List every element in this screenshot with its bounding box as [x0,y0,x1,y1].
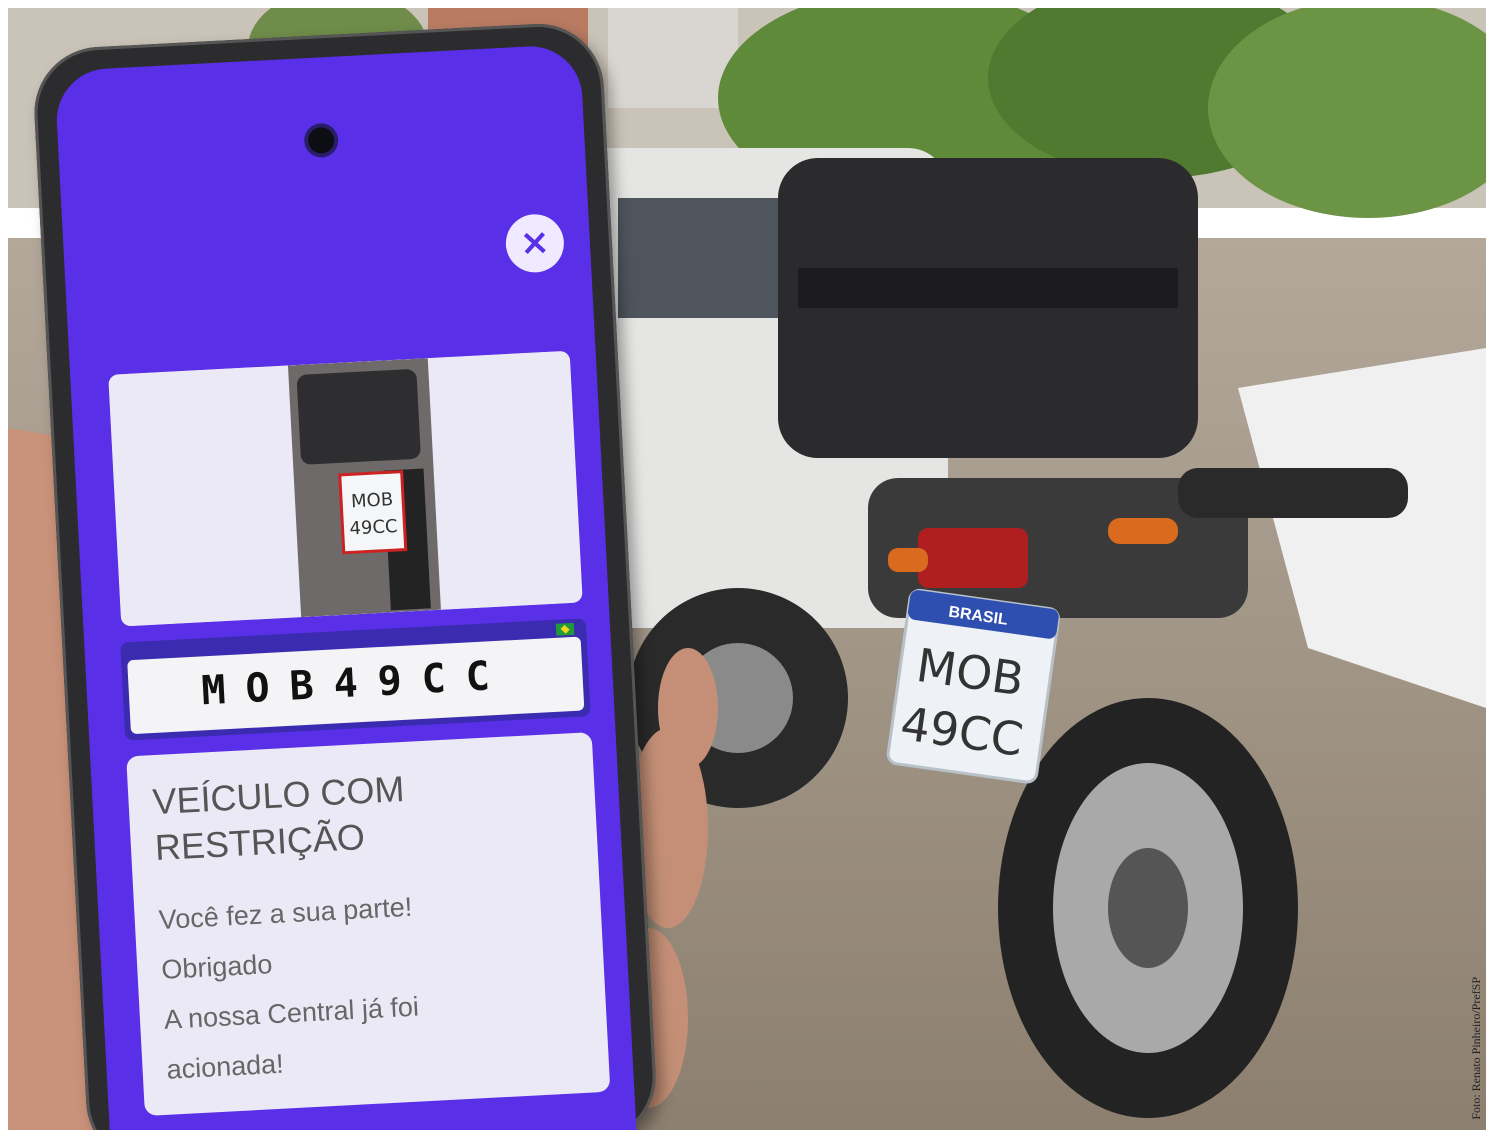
message-line-2: Obrigado [160,949,274,985]
status-title: VEÍCULO COM RESTRIÇÃO [151,767,406,869]
plate-box: MOB49CC [127,636,585,735]
plate-result: MOB49CC [120,618,591,741]
photo-plate-line1: MOB [351,489,394,512]
rear-license-plate: BRASIL MOB 49CC [886,588,1060,784]
front-camera-icon [307,126,335,155]
message-line-1: Você fez a sua parte! [157,891,413,935]
plate-number: MOB49CC [200,652,511,715]
status-card: VEÍCULO COM RESTRIÇÃO Você fez a sua par… [126,732,611,1116]
message-line-3: A nossa Central já foi [163,991,420,1035]
smartphone: × MOB 49CC MOB49CC VEÍCULO COM RESTRIÇÃO… [31,20,659,1130]
photo-plate-line2: 49CC [349,516,398,539]
captured-photo: MOB 49CC [108,350,583,627]
photo-scene: BRASIL MOB 49CC × MOB 49CC MOB49CC VEÍCU… [8,8,1486,1130]
photo-credit: Foto: Renato Pinheiro/PrefSP [1469,977,1483,1120]
close-button[interactable]: × [504,212,566,274]
message-line-4: acionada! [165,1048,285,1085]
app-screen: × MOB 49CC MOB49CC VEÍCULO COM RESTRIÇÃO… [54,43,637,1130]
captured-photo-card: MOB 49CC [108,350,583,627]
brazil-flag-icon [555,622,575,636]
